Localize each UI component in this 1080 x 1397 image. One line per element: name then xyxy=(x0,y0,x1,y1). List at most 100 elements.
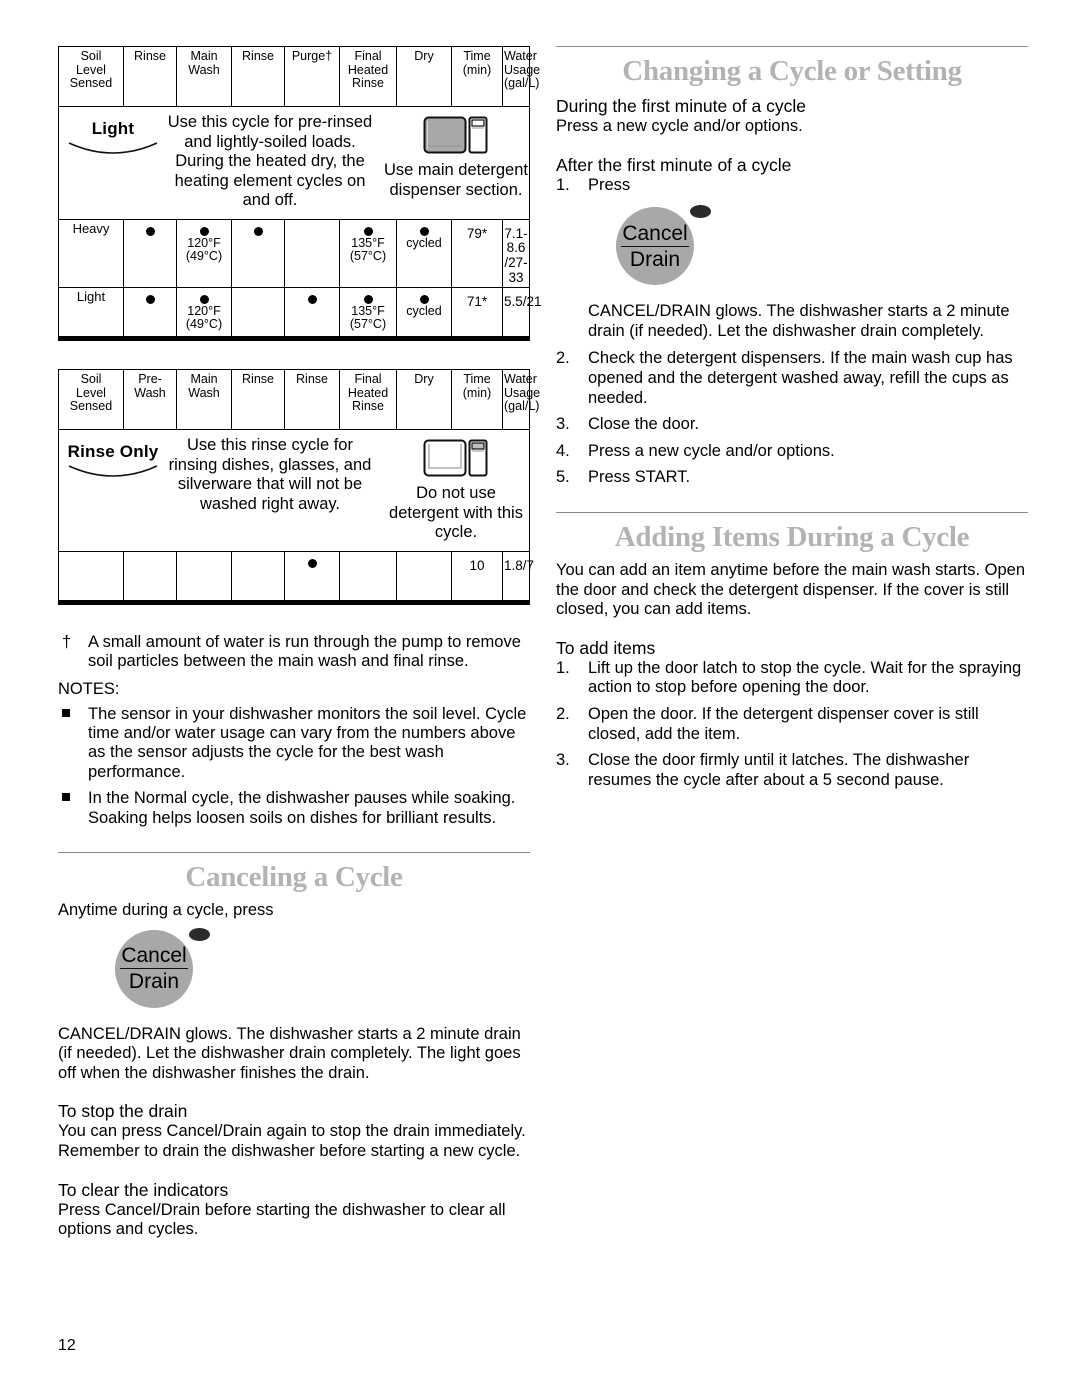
filled-dot-icon xyxy=(145,294,155,304)
cell-rinse-1 xyxy=(123,218,177,288)
step-number: 2. xyxy=(556,704,570,723)
cell-main-wash xyxy=(176,550,232,603)
subheading-during-first-minute: During the first minute of a cycle xyxy=(556,96,806,116)
cancel-drain-button[interactable]: Cancel Drain xyxy=(616,207,694,286)
dispenser-column: Do not use detergent with this cycle. xyxy=(379,436,529,543)
filled-dot-icon xyxy=(363,226,373,236)
step-text: Close the door firmly until it latches. … xyxy=(588,751,970,789)
cell-time: 71* xyxy=(451,286,503,339)
step-item: 3. Close the door firmly until it latche… xyxy=(556,751,1028,790)
col-header-time: Time (min) xyxy=(451,46,503,107)
col-header-rinse-2: Rinse xyxy=(284,368,340,430)
step-number: 2. xyxy=(556,349,570,368)
note-text: In the Normal cycle, the dishwasher paus… xyxy=(88,789,516,827)
step-number: 1. xyxy=(556,175,570,194)
cycle-description-text: Use this cycle for pre-rinsed and lightl… xyxy=(167,113,373,210)
step1-detail-text: CANCEL/DRAIN glows. The dishwasher start… xyxy=(588,302,1010,340)
cell-pre-wash xyxy=(123,550,177,603)
step-text: Press START. xyxy=(588,468,691,487)
section-heading-canceling: Canceling a Cycle xyxy=(185,861,403,893)
during-first-minute-text: Press a new cycle and/or options. xyxy=(556,117,803,135)
step-item: 2. Open the door. If the detergent dispe… xyxy=(556,705,1028,744)
col-header-final-heated: Final Heated Rinse xyxy=(339,368,397,430)
indicator-light-icon xyxy=(690,205,711,219)
stop-drain-text: You can press Cancel/Drain again to stop… xyxy=(58,1122,526,1160)
canceling-intro: Anytime during a cycle, press xyxy=(58,901,274,919)
col-header-dry: Dry xyxy=(396,46,452,107)
step-item: 4. Press a new cycle and/or options. xyxy=(556,442,1028,462)
bullet-square-icon xyxy=(58,789,88,828)
step-item: 1. Lift up the door latch to stop the cy… xyxy=(556,659,1028,698)
cell-final-heated: 135°F (57°C) xyxy=(339,286,397,339)
cell-dry xyxy=(396,550,452,603)
cell-main-wash: 120°F (49°C) xyxy=(176,286,232,339)
cell-soil-level xyxy=(58,550,124,603)
col-header-final-heated: Final Heated Rinse xyxy=(339,46,397,107)
subheading-clear-indicators: To clear the indicators xyxy=(58,1179,229,1200)
step-text: Close the door. xyxy=(588,415,699,434)
right-column: Changing a Cycle or Setting During the f… xyxy=(556,46,1028,797)
step-text: Press xyxy=(588,175,631,194)
cell-dry: cycled xyxy=(396,286,452,339)
cell-rinse-2 xyxy=(231,286,285,339)
step-number: 1. xyxy=(556,658,570,677)
filled-dot-icon xyxy=(145,226,155,236)
subheading-stop-drain: To stop the drain xyxy=(58,1101,188,1122)
subheading-to-add-items: To add items xyxy=(556,637,656,658)
filled-dot-icon xyxy=(253,226,263,236)
footnote-text: A small amount of water is run through t… xyxy=(88,632,521,671)
bullet-square-icon xyxy=(58,705,88,783)
col-header-purge: Purge† xyxy=(284,46,340,107)
footnote-marker: † xyxy=(62,632,72,651)
cell-rinse-1 xyxy=(123,286,177,339)
section-divider xyxy=(58,852,530,853)
col-header-dry: Dry xyxy=(396,368,452,430)
cell-rinse-2 xyxy=(231,218,285,288)
section-heading-adding: Adding Items During a Cycle xyxy=(614,520,970,553)
table-header-row: Soil Level Sensed Pre- Wash Main Wash Rinse … xyxy=(58,368,540,430)
step-item: 1. Press xyxy=(556,176,1028,196)
cycle-description-text: Use this rinse cycle for rinsing dishes,… xyxy=(168,435,372,513)
col-header-time: Time (min) xyxy=(451,368,503,430)
cell-water-usage: 1.8/7 xyxy=(502,550,534,603)
cell-purge xyxy=(284,218,340,288)
step-text: Press a new cycle and/or options. xyxy=(588,441,835,460)
cycle-arc-icon xyxy=(68,142,158,154)
col-header-water-usage: Water Usage (gal/L) xyxy=(502,46,540,107)
cell-water-usage: 5.5/21 xyxy=(502,286,542,339)
canceling-after-button-text: CANCEL/DRAIN glows. The dishwasher start… xyxy=(58,1024,521,1082)
step-text: Open the door. If the detergent dispense… xyxy=(588,704,979,743)
detergent-dispenser-filled-icon xyxy=(423,116,488,154)
step-number: 4. xyxy=(556,441,570,460)
adding-intro-text: You can add an item anytime before the m… xyxy=(556,560,1025,619)
cycle-name-label: Rinse Only xyxy=(67,441,159,461)
cell-rinse-1 xyxy=(231,550,285,603)
row-label: Heavy xyxy=(58,218,124,288)
cancel-drain-button-graphic[interactable]: Cancel Drain xyxy=(616,205,1028,286)
dispenser-note: Do not use detergent with this cycle. xyxy=(389,483,523,542)
cycle-description-cell: Light Use this cycle for pre-rinsed and … xyxy=(58,106,530,220)
note-item: The sensor in your dishwasher monitors t… xyxy=(58,705,530,783)
step-item: 2. Check the detergent dispensers. If th… xyxy=(556,349,1028,408)
page-number: 12 xyxy=(58,1337,76,1354)
cell-main-wash: 120°F (49°C) xyxy=(176,218,232,288)
step-item: 3. Close the door. xyxy=(556,415,1028,435)
cycle-table-rinse-only: Rinse Only Use this rinse cycle for rins… xyxy=(58,368,540,605)
cancel-drain-button-graphic[interactable]: Cancel Drain xyxy=(115,927,530,1008)
step-number: 3. xyxy=(556,415,570,434)
col-header-rinse-1: Rinse xyxy=(123,46,177,107)
notes-title: NOTES: xyxy=(58,679,120,698)
table-row: Light 120°F (49°C) 135°F (57°C) cycled 71*… xyxy=(58,286,542,339)
step-number: 5. xyxy=(556,468,570,487)
col-header-rinse-2: Rinse xyxy=(231,46,285,107)
notes-section: † A small amount of water is run through… xyxy=(58,633,530,828)
indicator-light-icon xyxy=(189,927,210,941)
col-header-pre-wash: Pre- Wash xyxy=(123,368,177,430)
row-label: Light xyxy=(58,286,124,339)
left-column: Light Use this cycle for pre-rinsed and … xyxy=(58,46,542,1240)
cancel-drain-button[interactable]: Cancel Drain xyxy=(115,929,193,1008)
cell-final-heated xyxy=(339,550,397,603)
table-row: Heavy 120°F (49°C) 135°F (57°C) cycled 79*… xyxy=(58,218,530,288)
table-row: 10 1.8/7 xyxy=(58,550,534,603)
step-text: Check the detergent dispensers. If the m… xyxy=(588,349,1013,407)
